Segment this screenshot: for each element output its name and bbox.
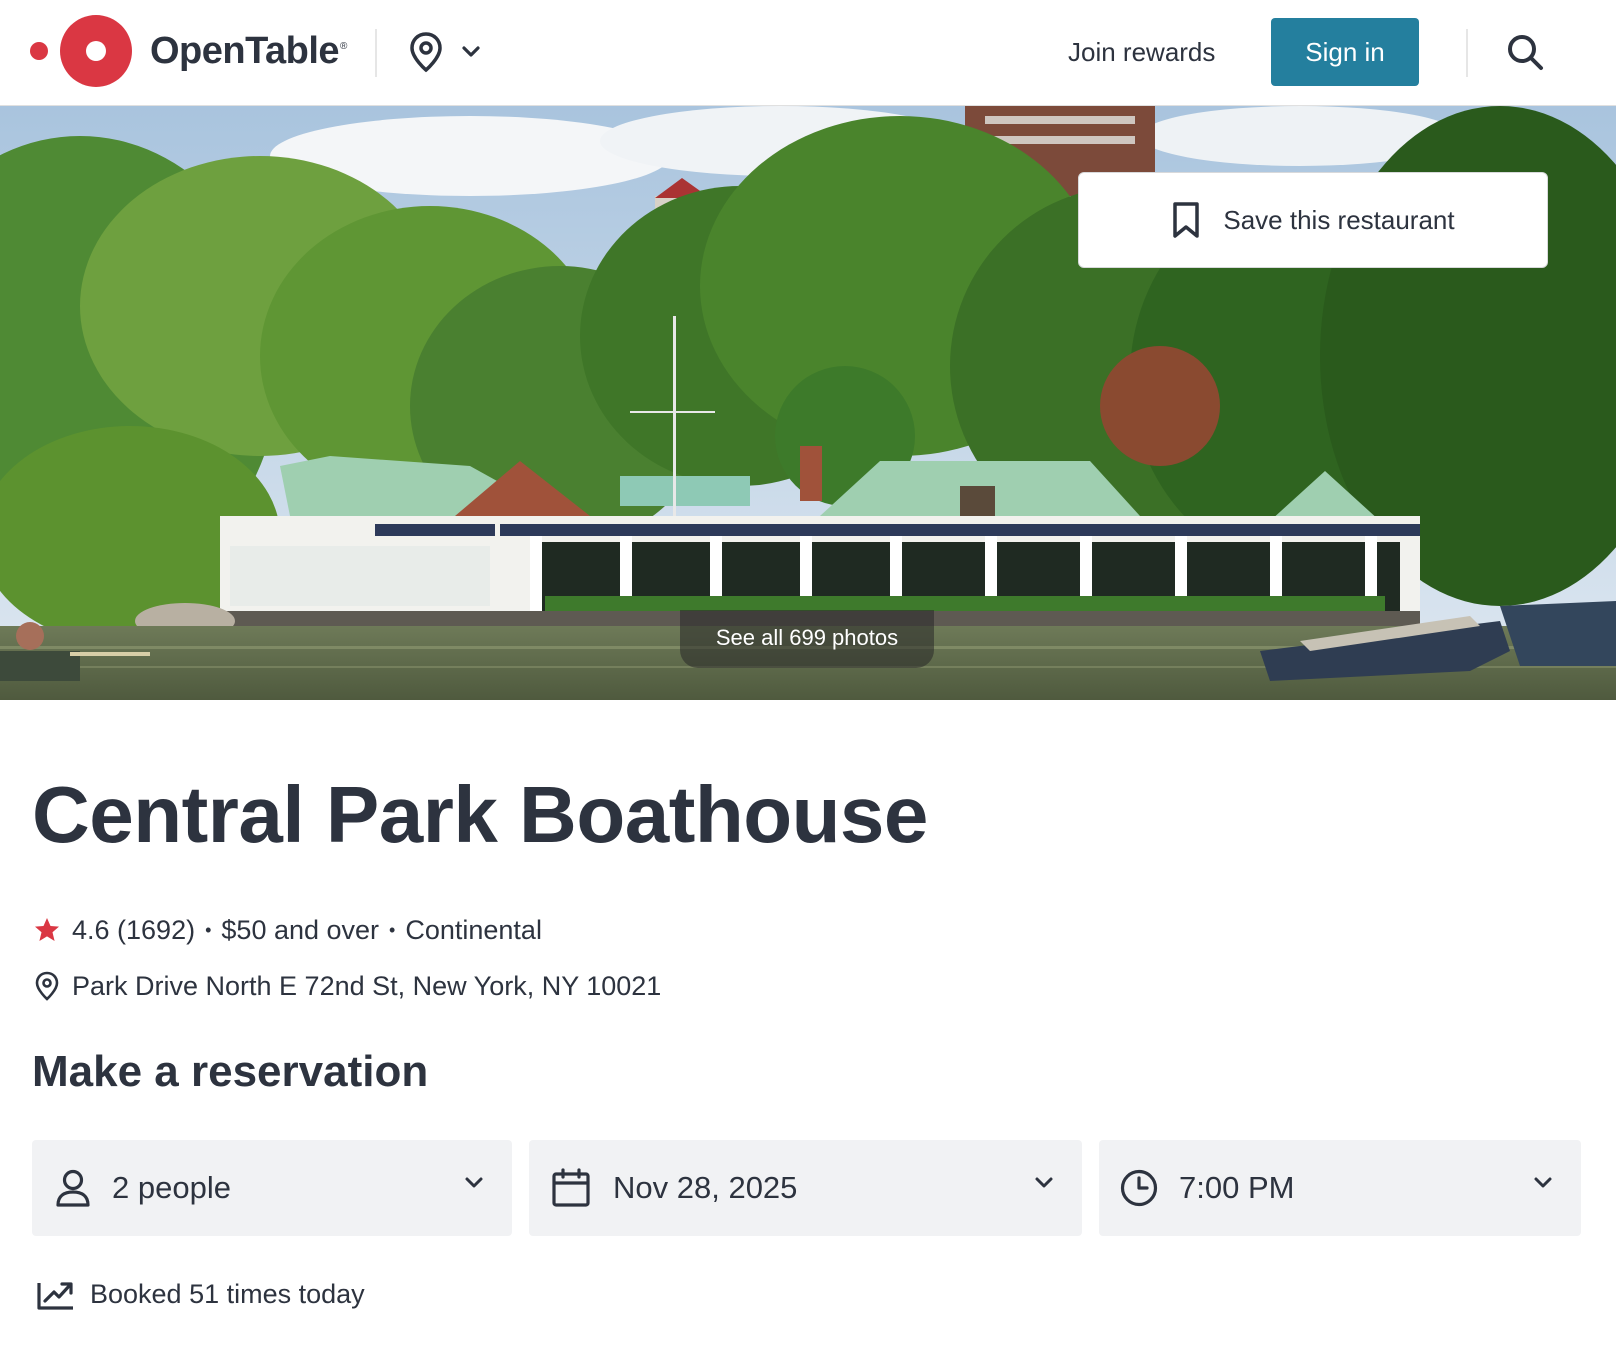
person-icon bbox=[56, 1169, 90, 1207]
cuisine-type: Continental bbox=[405, 914, 542, 945]
header-divider bbox=[375, 29, 377, 77]
trending-up-icon bbox=[37, 1282, 73, 1310]
logo-wordmark: OpenTable® bbox=[150, 29, 347, 72]
bookmark-icon bbox=[1173, 202, 1200, 238]
restaurant-summary: 4.6 (1692) • $50 and over • Continental bbox=[34, 910, 542, 950]
logo-ring bbox=[60, 15, 132, 87]
search-icon bbox=[1508, 35, 1543, 70]
location-picker-button[interactable] bbox=[408, 28, 488, 76]
separator-dot: • bbox=[389, 919, 396, 940]
search-button[interactable] bbox=[1503, 30, 1547, 74]
calendar-icon bbox=[552, 1168, 590, 1207]
booking-activity: Booked 51 times today bbox=[36, 1272, 365, 1316]
location-pin-icon bbox=[35, 971, 59, 1001]
save-restaurant-label: Save this restaurant bbox=[1223, 204, 1455, 235]
time-select[interactable]: 7:00 PM bbox=[1099, 1140, 1581, 1236]
chevron-down-icon bbox=[1534, 1177, 1552, 1188]
see-all-photos-button[interactable]: See all 699 photos bbox=[680, 610, 934, 668]
time-value: 7:00 PM bbox=[1179, 1170, 1295, 1205]
restaurant-address-row: Park Drive North E 72nd St, New York, NY… bbox=[34, 966, 661, 1006]
sign-in-button[interactable]: Sign in bbox=[1271, 18, 1419, 86]
date-select[interactable]: Nov 28, 2025 bbox=[529, 1140, 1082, 1236]
location-pin-icon bbox=[410, 32, 442, 73]
booked-today-text: Booked 51 times today bbox=[90, 1278, 365, 1309]
chevron-down-icon bbox=[1035, 1177, 1053, 1188]
party-size-value: 2 people bbox=[112, 1170, 231, 1205]
separator-dot: • bbox=[205, 919, 212, 940]
chevron-down-icon bbox=[465, 1177, 483, 1188]
price-range: $50 and over bbox=[221, 914, 380, 945]
save-restaurant-button[interactable]: Save this restaurant bbox=[1078, 172, 1548, 268]
logo-dot bbox=[30, 42, 48, 60]
opentable-logo[interactable]: OpenTable® bbox=[30, 15, 347, 87]
top-nav: OpenTable® Join rewards Sign in bbox=[0, 0, 1616, 106]
restaurant-address: Park Drive North E 72nd St, New York, NY… bbox=[72, 970, 662, 1001]
star-icon bbox=[35, 918, 59, 941]
reservation-heading: Make a reservation bbox=[32, 1047, 429, 1096]
chevron-down-icon bbox=[462, 46, 480, 57]
date-value: Nov 28, 2025 bbox=[613, 1170, 798, 1205]
header-divider bbox=[1466, 29, 1468, 77]
party-size-select[interactable]: 2 people bbox=[32, 1140, 512, 1236]
rating-text: 4.6 (1692) bbox=[72, 914, 196, 945]
restaurant-name: Central Park Boathouse bbox=[32, 770, 928, 859]
clock-icon bbox=[1120, 1169, 1158, 1207]
join-rewards-link[interactable]: Join rewards bbox=[1068, 30, 1215, 74]
